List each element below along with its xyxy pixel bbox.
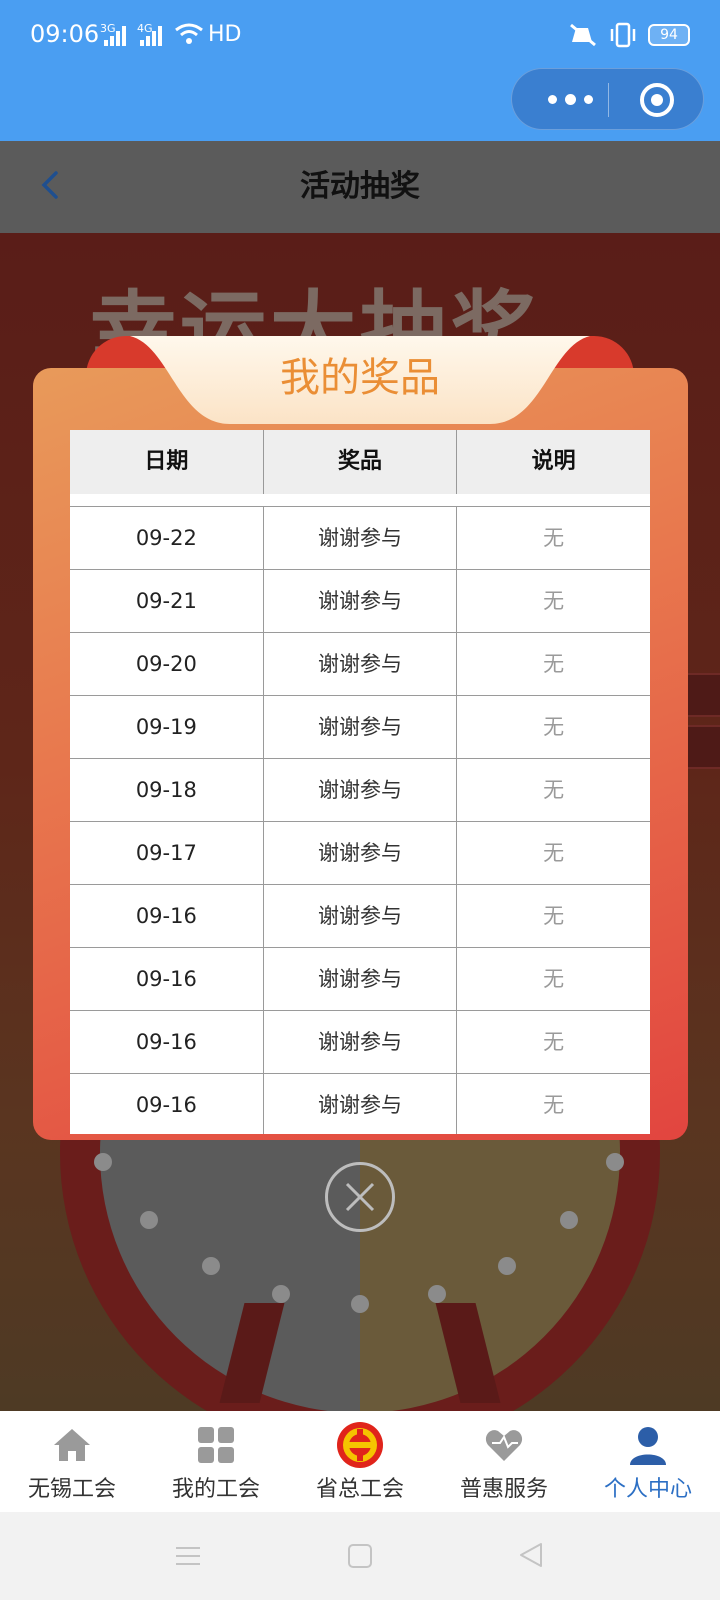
cell-date: 09-16 xyxy=(70,1074,264,1134)
cell-date: 09-19 xyxy=(70,696,264,758)
cell-date: 09-16 xyxy=(70,885,264,947)
column-header-date: 日期 xyxy=(70,430,264,494)
cell-date: 09-17 xyxy=(70,822,264,884)
wheel-bulb xyxy=(94,1153,112,1171)
wheel-bulb xyxy=(202,1257,220,1275)
cell-date: 09-20 xyxy=(70,633,264,695)
cell-prize: 谢谢参与 xyxy=(264,570,458,632)
cell-date: 09-18 xyxy=(70,759,264,821)
wheel-bulb xyxy=(498,1257,516,1275)
wheel-bulb xyxy=(606,1153,624,1171)
wheel-bulb xyxy=(272,1285,290,1303)
wifi-icon xyxy=(175,23,203,44)
side-tab-2[interactable] xyxy=(686,725,720,769)
back-icon[interactable] xyxy=(30,163,74,207)
cell-prize: 谢谢参与 xyxy=(264,759,458,821)
table-row: 09-22 谢谢参与 无 xyxy=(70,506,650,569)
table-row: 09-18 谢谢参与 无 xyxy=(70,758,650,821)
cell-prize: 谢谢参与 xyxy=(264,1074,458,1134)
wheel-bulb xyxy=(560,1211,578,1229)
vibrate-icon xyxy=(610,22,636,48)
cell-prize: 谢谢参与 xyxy=(264,507,458,569)
tab-provincial-union[interactable]: 省总工会 xyxy=(288,1411,432,1512)
person-icon xyxy=(630,1427,666,1465)
cell-date: 09-16 xyxy=(70,948,264,1010)
cell-note: 无 xyxy=(543,778,565,802)
cell-note: 无 xyxy=(543,1093,565,1117)
cell-date: 09-22 xyxy=(70,507,264,569)
cell-note: 无 xyxy=(543,841,565,865)
capsule-divider xyxy=(608,83,609,117)
close-miniprogram-icon[interactable] xyxy=(640,83,674,117)
tab-label: 我的工会 xyxy=(171,1477,260,1502)
table-row: 09-20 谢谢参与 无 xyxy=(70,632,650,695)
cell-note: 无 xyxy=(543,904,565,928)
side-tab-1[interactable] xyxy=(686,673,720,717)
page-title: 活动抽奖 xyxy=(300,169,420,204)
table-row: 09-16 谢谢参与 无 xyxy=(70,1073,650,1134)
cell-note: 无 xyxy=(543,967,565,991)
prize-table[interactable]: 日期 奖品 说明 09-22 谢谢参与 无 09-21 谢谢参与 无 09-20… xyxy=(70,430,650,1134)
cell-prize: 谢谢参与 xyxy=(264,633,458,695)
cell-prize: 谢谢参与 xyxy=(264,822,458,884)
cell-note: 无 xyxy=(543,1030,565,1054)
tab-label: 省总工会 xyxy=(315,1477,404,1502)
close-icon xyxy=(345,1182,375,1212)
signal-icon-2 xyxy=(140,26,162,46)
cell-date: 09-16 xyxy=(70,1011,264,1073)
signal-icon xyxy=(104,26,126,46)
tab-label: 普惠服务 xyxy=(459,1477,548,1502)
home-icon xyxy=(54,1429,90,1461)
cell-prize: 谢谢参与 xyxy=(264,1011,458,1073)
miniprogram-capsule xyxy=(511,68,704,130)
table-row: 09-16 谢谢参与 无 xyxy=(70,947,650,1010)
battery-indicator: 94 xyxy=(648,24,690,46)
back-triangle-icon[interactable] xyxy=(516,1540,546,1570)
union-emblem-icon xyxy=(337,1422,383,1468)
status-time: 09:06 xyxy=(30,20,100,48)
table-body: 09-22 谢谢参与 无 09-21 谢谢参与 无 09-20 谢谢参与 无 0… xyxy=(70,506,650,1134)
table-row: 09-19 谢谢参与 无 xyxy=(70,695,650,758)
cell-prize: 谢谢参与 xyxy=(264,696,458,758)
close-modal-button[interactable] xyxy=(325,1162,395,1232)
bottom-tab-bar: 无锡工会 我的工会 省总工会 普惠服务 个人中心 xyxy=(0,1411,720,1512)
table-row: 09-16 谢谢参与 无 xyxy=(70,1010,650,1073)
cell-note: 无 xyxy=(543,715,565,739)
menu-icon[interactable] xyxy=(174,1542,202,1570)
tab-wuxi-union[interactable]: 无锡工会 xyxy=(0,1411,144,1512)
cell-note: 无 xyxy=(543,526,565,550)
tab-personal-center[interactable]: 个人中心 xyxy=(576,1411,720,1512)
tab-benefit-services[interactable]: 普惠服务 xyxy=(432,1411,576,1512)
mute-vibrate-icon xyxy=(570,23,596,47)
table-header: 日期 奖品 说明 xyxy=(70,430,650,494)
more-icon[interactable] xyxy=(548,94,593,105)
tab-label: 无锡工会 xyxy=(27,1477,116,1502)
cell-note: 无 xyxy=(543,589,565,613)
table-row: 09-21 谢谢参与 无 xyxy=(70,569,650,632)
nav-bar: 活动抽奖 xyxy=(0,141,720,233)
wheel-bulb xyxy=(351,1295,369,1313)
modal-title: 我的奖品 xyxy=(280,355,440,401)
cell-prize: 谢谢参与 xyxy=(264,948,458,1010)
wheel-bulb xyxy=(428,1285,446,1303)
column-header-note: 说明 xyxy=(531,449,576,474)
table-row: 09-17 谢谢参与 无 xyxy=(70,821,650,884)
grid-icon xyxy=(198,1427,234,1463)
cell-date: 09-21 xyxy=(70,570,264,632)
column-header-prize: 奖品 xyxy=(264,430,458,494)
system-navigation-bar xyxy=(0,1512,720,1600)
table-row: 09-16 谢谢参与 无 xyxy=(70,884,650,947)
cell-note: 无 xyxy=(543,652,565,676)
tab-my-union[interactable]: 我的工会 xyxy=(144,1411,288,1512)
heart-icon xyxy=(485,1430,523,1461)
home-square-icon[interactable] xyxy=(346,1542,374,1570)
cell-prize: 谢谢参与 xyxy=(264,885,458,947)
wheel-bulb xyxy=(140,1211,158,1229)
tab-label: 个人中心 xyxy=(603,1477,692,1502)
hd-label: HD xyxy=(208,22,242,47)
